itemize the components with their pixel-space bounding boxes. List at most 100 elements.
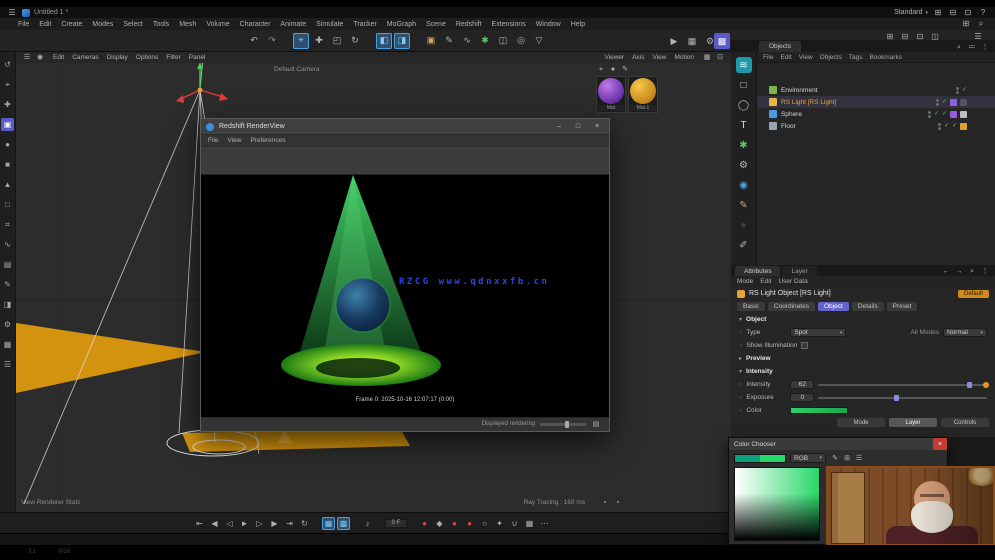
vp-stat-icon-a[interactable]: ▪ bbox=[600, 497, 610, 507]
attr-button-controls[interactable]: Controls bbox=[941, 418, 989, 427]
swatches-icon[interactable]: ⊞ bbox=[842, 453, 852, 463]
menu-animate[interactable]: Animate bbox=[280, 21, 306, 28]
menu-select[interactable]: Select bbox=[123, 21, 142, 28]
text-strip-icon[interactable]: T bbox=[736, 117, 752, 133]
layout-full-icon[interactable]: ⊡ bbox=[962, 7, 974, 19]
vp-burger-icon[interactable]: ☰ bbox=[22, 53, 32, 63]
close-icon[interactable]: × bbox=[933, 438, 947, 450]
vp-camera-icon[interactable]: ◉ bbox=[35, 53, 45, 63]
tag-icon[interactable] bbox=[960, 110, 967, 118]
attributes-menu-edit[interactable]: Edit bbox=[760, 278, 771, 285]
more-icon[interactable]: ⋯ bbox=[538, 517, 551, 530]
attr-tab-basic[interactable]: Basic bbox=[737, 302, 765, 311]
vp-stat-icon-b[interactable]: ▪ bbox=[613, 497, 623, 507]
prev-frame-icon[interactable]: ◁ bbox=[223, 517, 236, 530]
more-tools-icon[interactable]: ☰ bbox=[1, 358, 14, 371]
menu-character[interactable]: Character bbox=[240, 21, 271, 28]
autokey-icon[interactable]: ✦ bbox=[493, 517, 506, 530]
attr-button-layer[interactable]: Layer bbox=[889, 418, 937, 427]
render-view-button[interactable]: ▶ bbox=[666, 33, 682, 49]
expand-caret-icon[interactable] bbox=[739, 355, 742, 362]
toolbar-menu-icon[interactable]: ☰ bbox=[972, 31, 984, 43]
workplane-icon[interactable]: ◨ bbox=[394, 32, 410, 49]
attr-tab-preset[interactable]: Preset bbox=[886, 302, 918, 311]
orb-strip-icon[interactable]: ◉ bbox=[736, 177, 752, 193]
menu-edit[interactable]: Edit bbox=[39, 21, 51, 28]
loop-icon[interactable]: ↻ bbox=[298, 517, 311, 530]
tab-layer[interactable]: Layer bbox=[782, 266, 817, 276]
viewport-menu-options[interactable]: Options bbox=[136, 54, 158, 61]
object-row[interactable]: Floor bbox=[757, 120, 995, 132]
object-row[interactable]: RS Light [RS Light] bbox=[757, 96, 995, 108]
volume-icon[interactable]: ◫ bbox=[495, 33, 511, 49]
menu-volume[interactable]: Volume bbox=[206, 21, 229, 28]
light-type-dropdown[interactable]: Spot bbox=[790, 328, 847, 337]
renderview-menu-preferences[interactable]: Preferences bbox=[250, 137, 285, 144]
magnet-icon[interactable]: ∪ bbox=[508, 517, 521, 530]
renderview-titlebar[interactable]: Redshift RenderView – □ × bbox=[201, 119, 609, 134]
mograph-strip-icon[interactable]: ✱ bbox=[736, 137, 752, 153]
attr-tab-details[interactable]: Details bbox=[851, 302, 884, 311]
capture-icon[interactable]: ◫ bbox=[929, 31, 941, 43]
renderview-window[interactable]: Redshift RenderView – □ × File View Preferen… bbox=[200, 118, 610, 432]
coord-system-icon[interactable]: ◧ bbox=[376, 32, 392, 49]
layout-grid-icon[interactable]: ⊞ bbox=[932, 7, 944, 19]
workplane-mode-icon[interactable]: ▣ bbox=[1, 118, 14, 131]
record-rotation-icon[interactable]: ● bbox=[463, 517, 476, 530]
objects-menu-edit[interactable]: Edit bbox=[780, 54, 791, 61]
rotate-tool-icon[interactable]: ↻ bbox=[347, 33, 363, 49]
object-axis-gizmo[interactable] bbox=[176, 62, 228, 103]
next-key-icon[interactable]: ▶ bbox=[268, 517, 281, 530]
close-button[interactable]: × bbox=[592, 123, 602, 130]
enabled-check-icon[interactable] bbox=[934, 111, 939, 117]
attr-tab-object[interactable]: Object bbox=[817, 302, 849, 311]
current-frame-field[interactable]: 0 F bbox=[385, 518, 407, 528]
tag-icon[interactable] bbox=[960, 122, 967, 130]
layers-icon[interactable]: ▤ bbox=[1, 258, 14, 271]
tab-objects[interactable]: Objects bbox=[759, 41, 802, 52]
attributes-menu-user-data[interactable]: User Data bbox=[778, 278, 807, 285]
enabled-check-icon[interactable] bbox=[942, 99, 947, 105]
viewport-menu-axis[interactable]: Axis bbox=[632, 54, 644, 61]
visibility-dot-render[interactable] bbox=[955, 90, 959, 94]
pen-strip-icon[interactable]: ✎ bbox=[736, 197, 752, 213]
material-swatch[interactable]: Mat.1 bbox=[628, 76, 658, 113]
exposure-value-field[interactable]: 0 bbox=[790, 393, 815, 402]
vp-grid-icon[interactable]: ▦ bbox=[702, 53, 712, 63]
menu-tools[interactable]: Tools bbox=[153, 21, 169, 28]
preset-button[interactable]: Default bbox=[957, 289, 989, 298]
material-sphere-icon[interactable]: ● bbox=[608, 64, 618, 74]
visibility-dot-viewport[interactable] bbox=[937, 122, 941, 126]
interface-icon[interactable]: ⊞ bbox=[960, 18, 972, 30]
snap-icon[interactable]: ▦ bbox=[523, 517, 536, 530]
object-row[interactable]: Sphere bbox=[757, 108, 995, 120]
objects-menu-tags[interactable]: Tags bbox=[849, 54, 863, 61]
menu-window[interactable]: Window bbox=[536, 21, 561, 28]
enabled-check-icon[interactable] bbox=[962, 87, 967, 93]
forward-arrow-icon[interactable]: → bbox=[954, 266, 964, 276]
search-icon[interactable]: ⌕ bbox=[975, 18, 987, 30]
goto-start-icon[interactable]: ⇤ bbox=[193, 517, 206, 530]
menu-mograph[interactable]: MoGraph bbox=[387, 21, 416, 28]
grid-icon[interactable]: ▦ bbox=[1, 338, 14, 351]
convert-icon[interactable]: ↺ bbox=[1, 58, 14, 71]
menu-modes[interactable]: Modes bbox=[92, 21, 113, 28]
objects-menu-objects[interactable]: Objects bbox=[820, 54, 842, 61]
color-chooser-titlebar[interactable]: Color Chooser × bbox=[729, 438, 947, 450]
app-menu-burger-icon[interactable]: ☰ bbox=[6, 7, 18, 19]
fields-icon[interactable]: ▽ bbox=[531, 33, 547, 49]
mirror-icon[interactable]: ◨ bbox=[1, 298, 14, 311]
viewport-menu-cameras[interactable]: Cameras bbox=[72, 54, 98, 61]
tag-icon[interactable] bbox=[950, 98, 957, 106]
exposure-slider-knob[interactable] bbox=[894, 394, 900, 401]
display-mode-icon[interactable]: ▤ bbox=[591, 419, 601, 429]
show-illumination-checkbox[interactable] bbox=[801, 342, 809, 349]
color-mode-dropdown[interactable]: RGB bbox=[790, 453, 826, 463]
intensity-slider-knob[interactable] bbox=[966, 381, 972, 388]
spline-strip-icon[interactable]: ✐ bbox=[736, 237, 752, 253]
snap-settings-icon[interactable]: ⊞ bbox=[884, 31, 896, 43]
menu-mesh[interactable]: Mesh bbox=[179, 21, 196, 28]
menu-scene[interactable]: Scene bbox=[426, 21, 446, 28]
object-row[interactable]: Environment bbox=[757, 84, 995, 96]
undo-icon[interactable]: ↶ bbox=[246, 33, 262, 49]
